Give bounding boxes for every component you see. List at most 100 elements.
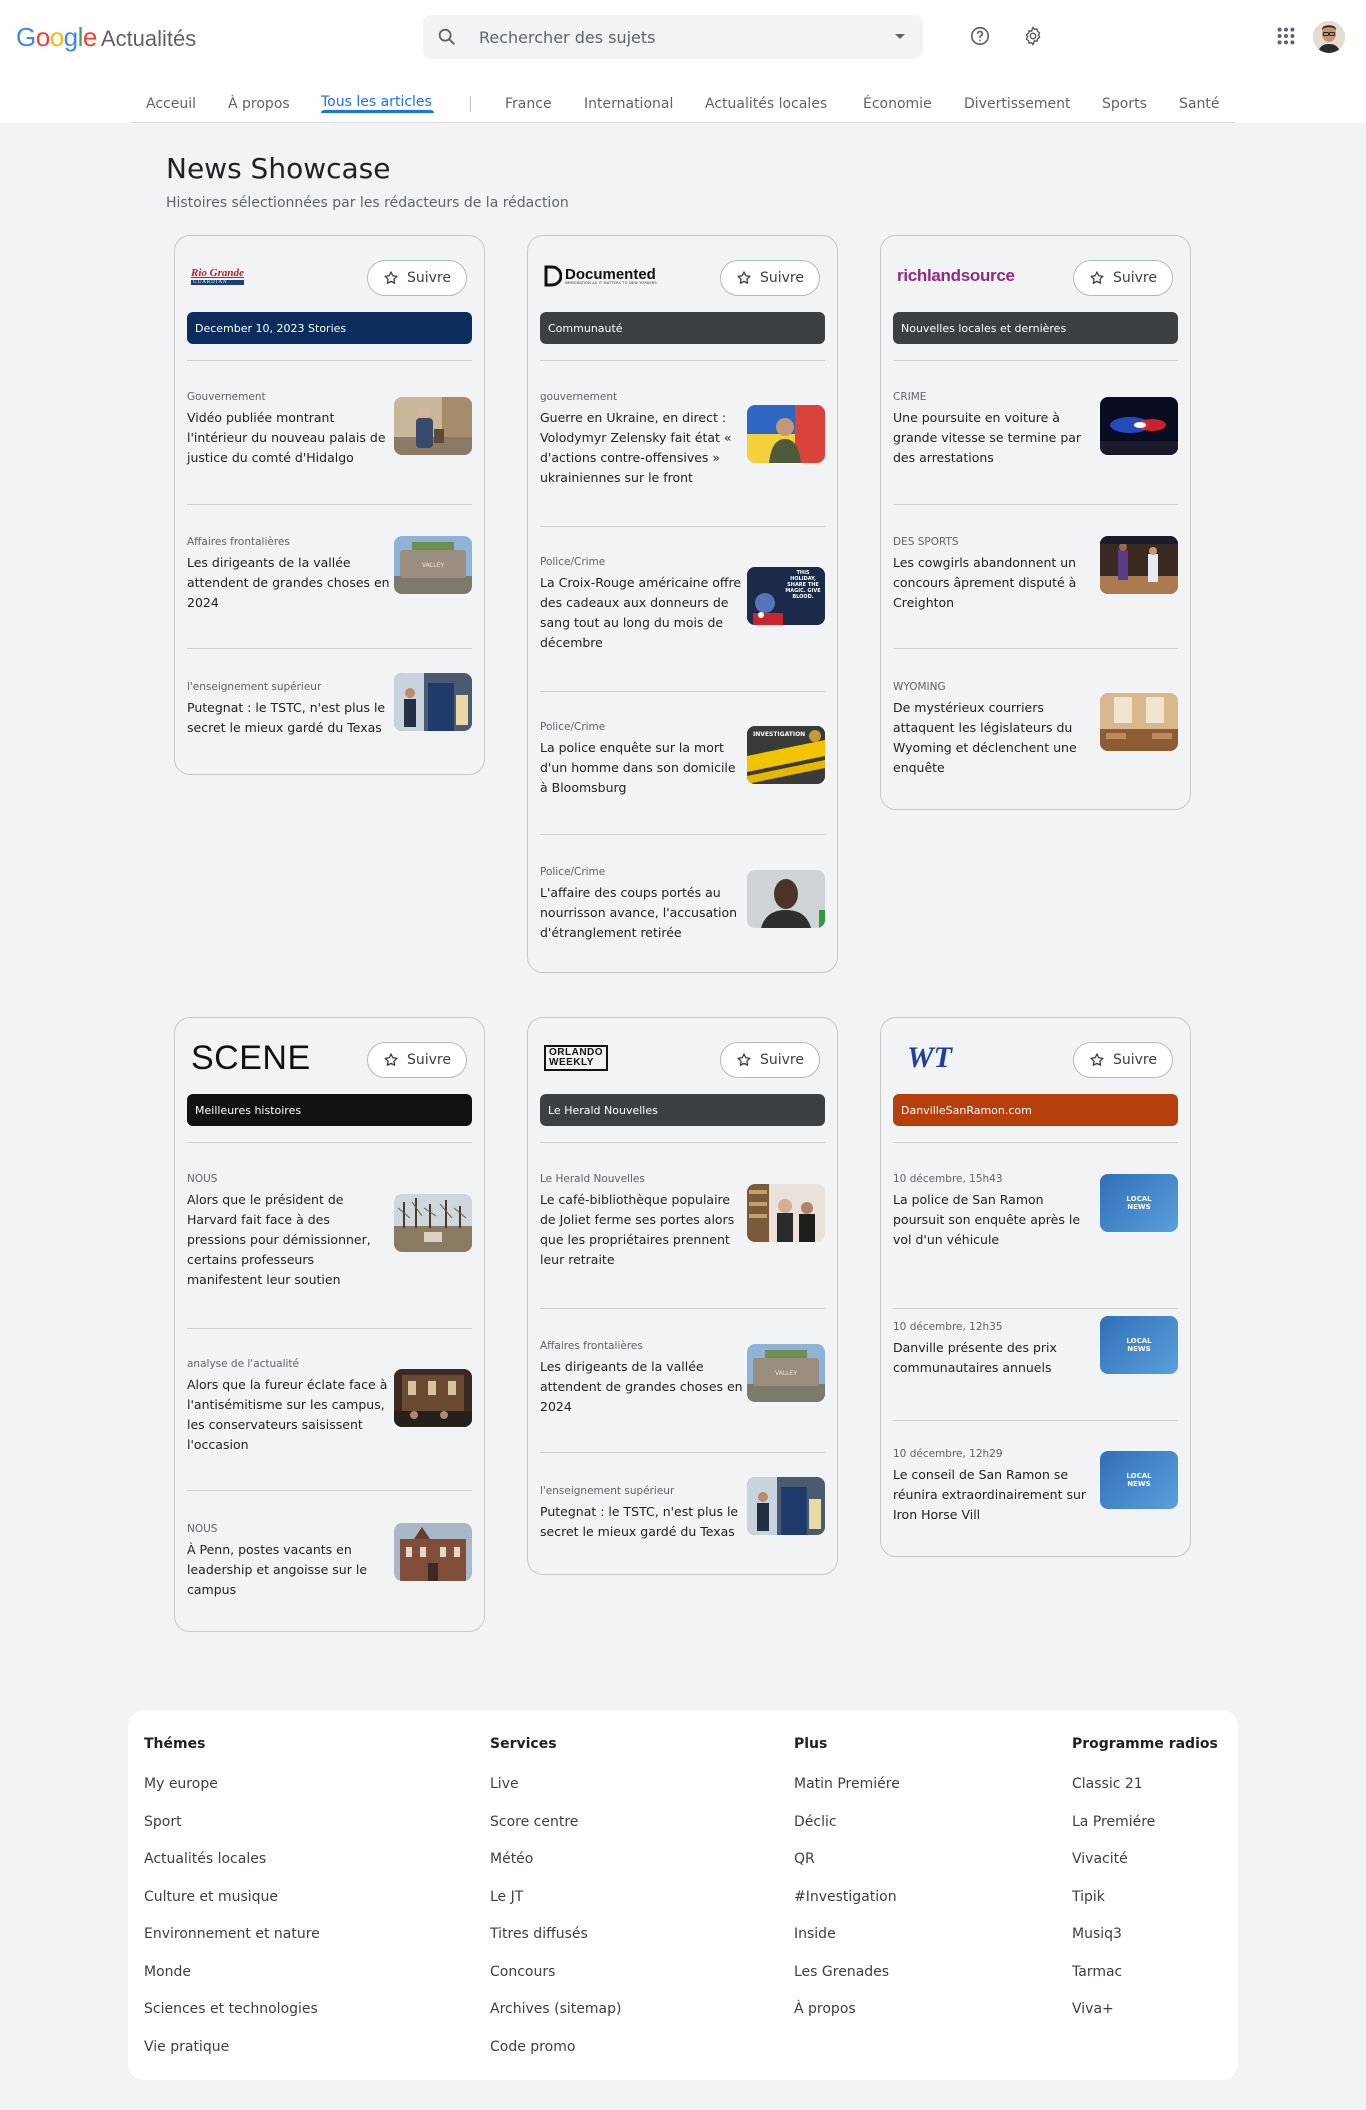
article-thumbnail[interactable] — [747, 870, 825, 928]
footer-link[interactable]: Code promo — [490, 2039, 621, 2077]
article-title[interactable]: Putegnat : le TSTC, n'est plus le secret… — [187, 698, 392, 738]
article-title[interactable]: Le conseil de San Ramon se réunira extra… — [893, 1465, 1098, 1525]
article-item[interactable]: Police/Crime La Croix-Rouge américaine o… — [540, 556, 825, 653]
footer-link[interactable]: Matin Premiére — [794, 1776, 900, 1814]
article-item[interactable]: DES SPORTS Les cowgirls abandonnent un c… — [893, 536, 1178, 613]
follow-button[interactable]: Suivre — [367, 260, 467, 296]
footer-link[interactable]: #Investigation — [794, 1889, 900, 1927]
publisher-logo[interactable]: ORLANDO WEEKLY — [544, 1038, 714, 1078]
article-title[interactable]: De mystérieux courriers attaquent les lé… — [893, 698, 1098, 778]
nav-france[interactable]: France — [505, 96, 552, 112]
article-thumbnail[interactable] — [394, 1194, 472, 1252]
article-thumbnail[interactable] — [1100, 693, 1178, 751]
article-item[interactable]: l'enseignement supérieur Putegnat : le T… — [540, 1477, 825, 1542]
avatar[interactable] — [1313, 21, 1345, 53]
article-thumbnail[interactable]: VALLEY — [747, 1344, 825, 1402]
article-title[interactable]: L'affaire des coups portés au nourrisson… — [540, 883, 745, 943]
article-item[interactable]: gouvernement Guerre en Ukraine, en direc… — [540, 391, 825, 488]
card-banner[interactable]: Communauté — [540, 312, 825, 344]
nav-divertissement[interactable]: Divertissement — [964, 96, 1071, 112]
article-title[interactable]: Les cowgirls abandonnent un concours âpr… — [893, 553, 1098, 613]
follow-button[interactable]: Suivre — [1073, 260, 1173, 296]
nav-actualites-locales[interactable]: Actualités locales — [705, 96, 827, 112]
article-thumbnail[interactable] — [394, 397, 472, 455]
article-thumbnail[interactable] — [747, 405, 825, 463]
card-banner[interactable]: Nouvelles locales et dernières — [893, 312, 1178, 344]
article-thumbnail[interactable]: LOCAL NEWS — [1100, 1316, 1178, 1374]
article-item[interactable]: analyse de l'actualité Alors que la fure… — [187, 1358, 472, 1455]
article-item[interactable]: l'enseignement supérieur Putegnat : le T… — [187, 673, 472, 738]
follow-button[interactable]: Suivre — [367, 1042, 467, 1078]
apps-button[interactable] — [1270, 20, 1302, 52]
footer-link[interactable]: Sport — [144, 1814, 320, 1852]
card-banner[interactable]: December 10, 2023 Stories — [187, 312, 472, 344]
footer-link[interactable]: Viva+ — [1072, 2001, 1218, 2039]
article-item[interactable]: CRIME Une poursuite en voiture à grande … — [893, 391, 1178, 468]
footer-link[interactable]: Tipik — [1072, 1889, 1218, 1927]
search-input[interactable] — [479, 15, 869, 59]
nav-sante[interactable]: Santé — [1179, 96, 1219, 112]
article-item[interactable]: NOUS À Penn, postes vacants en leadershi… — [187, 1523, 472, 1600]
article-item[interactable]: 10 décembre, 12h29 Le conseil de San Ram… — [893, 1448, 1178, 1525]
publisher-logo[interactable]: SCENE — [191, 1038, 361, 1078]
nav-sports[interactable]: Sports — [1102, 96, 1147, 112]
footer-link[interactable]: À propos — [794, 2001, 900, 2039]
search-bar[interactable] — [423, 15, 923, 59]
follow-button[interactable]: Suivre — [1073, 1042, 1173, 1078]
article-title[interactable]: À Penn, postes vacants en leadership et … — [187, 1540, 392, 1600]
help-button[interactable] — [964, 20, 996, 52]
footer-link[interactable]: Météo — [490, 1851, 621, 1889]
article-thumbnail[interactable]: LOCAL NEWS — [1100, 1451, 1178, 1509]
article-title[interactable]: Alors que la fureur éclate face à l'anti… — [187, 1375, 392, 1455]
footer-link[interactable]: Vie pratique — [144, 2039, 320, 2077]
nav-tous-les-articles[interactable]: Tous les articles — [321, 94, 432, 110]
footer-link[interactable]: My europe — [144, 1776, 320, 1814]
settings-button[interactable] — [1017, 20, 1049, 52]
nav-economie[interactable]: Économie — [863, 96, 932, 112]
footer-link[interactable]: Sciences et technologies — [144, 2001, 320, 2039]
article-title[interactable]: Une poursuite en voiture à grande vitess… — [893, 408, 1098, 468]
card-banner[interactable]: Meilleures histoires — [187, 1094, 472, 1126]
footer-link[interactable]: Le JT — [490, 1889, 621, 1927]
footer-link[interactable]: Inside — [794, 1926, 900, 1964]
article-thumbnail[interactable] — [1100, 397, 1178, 455]
nav-acceuil[interactable]: Acceuil — [146, 96, 196, 112]
follow-button[interactable]: Suivre — [720, 1042, 820, 1078]
article-title[interactable]: Alors que le président de Harvard fait f… — [187, 1190, 392, 1290]
article-title[interactable]: La police de San Ramon poursuit son enqu… — [893, 1190, 1098, 1250]
article-title[interactable]: Les dirigeants de la vallée attendent de… — [540, 1357, 745, 1417]
footer-link[interactable]: Environnement et nature — [144, 1926, 320, 1964]
search-dropdown-icon[interactable] — [895, 34, 905, 39]
card-banner[interactable]: Le Herald Nouvelles — [540, 1094, 825, 1126]
article-item[interactable]: Affaires frontalières Les dirigeants de … — [187, 536, 472, 613]
publisher-logo[interactable]: Rio Grande GUARDIAN — [191, 256, 361, 296]
footer-link[interactable]: Tarmac — [1072, 1964, 1218, 2002]
article-title[interactable]: Putegnat : le TSTC, n'est plus le secret… — [540, 1502, 745, 1542]
article-title[interactable]: La police enquête sur la mort d'un homme… — [540, 738, 745, 798]
article-item[interactable]: 10 décembre, 12h35 Danville présente des… — [893, 1316, 1178, 1378]
publisher-logo[interactable]: richlandsource — [897, 256, 1067, 296]
footer-link[interactable]: Live — [490, 1776, 621, 1814]
article-thumbnail[interactable]: THIS HOLIDAY, SHARE THE MAGIC. GIVE BLOO… — [747, 567, 825, 625]
article-item[interactable]: NOUS Alors que le président de Harvard f… — [187, 1173, 472, 1290]
footer-link[interactable]: Titres diffusés — [490, 1926, 621, 1964]
article-title[interactable]: Vidéo publiée montrant l'intérieur du no… — [187, 408, 392, 468]
article-title[interactable]: Danville présente des prix communautaire… — [893, 1338, 1098, 1378]
google-news-logo[interactable]: Google Actualités — [16, 22, 196, 53]
article-thumbnail[interactable] — [747, 1477, 825, 1535]
article-thumbnail[interactable] — [1100, 536, 1178, 594]
footer-link[interactable]: Actualités locales — [144, 1851, 320, 1889]
nav-a-propos[interactable]: À propos — [228, 96, 290, 112]
article-thumbnail[interactable]: LOCAL NEWS — [1100, 1174, 1178, 1232]
publisher-logo[interactable]: WT — [897, 1038, 1067, 1078]
article-item[interactable]: Police/Crime La police enquête sur la mo… — [540, 721, 825, 798]
footer-link[interactable]: Déclic — [794, 1814, 900, 1852]
article-thumbnail[interactable]: INVESTIGATION — [747, 726, 825, 784]
footer-link[interactable]: Classic 21 — [1072, 1776, 1218, 1814]
article-item[interactable]: WYOMING De mystérieux courriers attaquen… — [893, 681, 1178, 778]
footer-link[interactable]: Musiq3 — [1072, 1926, 1218, 1964]
article-title[interactable]: Le café-bibliothèque populaire de Joliet… — [540, 1190, 745, 1270]
footer-link[interactable]: Concours — [490, 1964, 621, 2002]
article-item[interactable]: 10 décembre, 15h43 La police de San Ramo… — [893, 1173, 1178, 1250]
article-title[interactable]: Les dirigeants de la vallée attendent de… — [187, 553, 392, 613]
